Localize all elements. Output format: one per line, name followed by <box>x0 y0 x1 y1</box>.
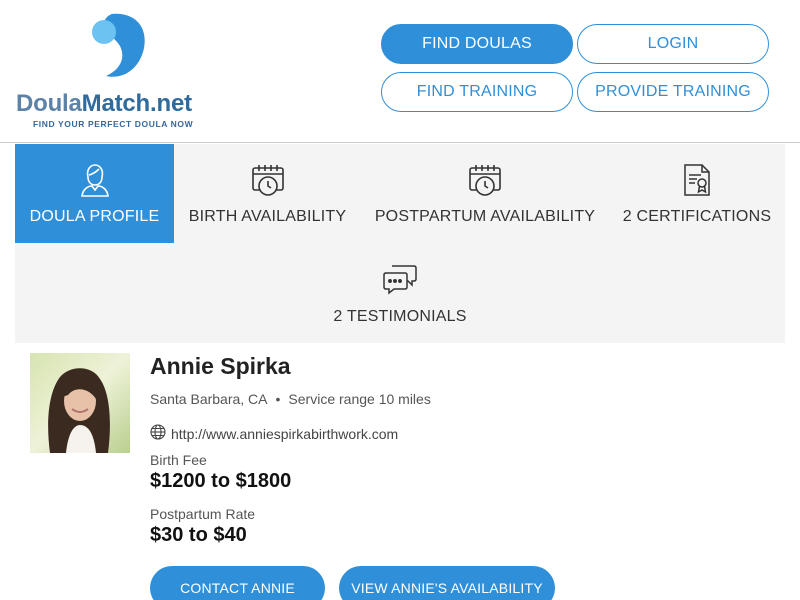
view-availability-button[interactable]: VIEW ANNIE'S AVAILABILITY <box>339 566 555 600</box>
find-doulas-button[interactable]: FIND DOULAS <box>381 24 573 64</box>
tab-testimonials[interactable]: 2 TESTIMONIALS <box>305 244 495 343</box>
doula-location: Santa Barbara, CA <box>150 391 268 407</box>
tab-label: 2 CERTIFICATIONS <box>622 208 772 225</box>
chat-bubbles-icon <box>383 262 417 298</box>
logo-mark-icon <box>92 13 145 77</box>
website-row: http://www.anniespirkabirthwork.com <box>150 424 398 443</box>
certificate-icon <box>682 162 712 198</box>
service-range: Service range 10 miles <box>288 391 431 407</box>
tab-certifications[interactable]: 2 CERTIFICATIONS <box>609 144 785 243</box>
separator-dot: • <box>275 391 281 407</box>
logo-wordmark: DoulaMatch.net <box>16 90 192 117</box>
globe-icon <box>150 424 166 443</box>
doula-person-icon <box>80 162 110 198</box>
tab-label: POSTPARTUM AVAILABILITY <box>374 208 596 225</box>
profile-tabs: DOULA PROFILE BIRTH AVAILABILITY POSTPAR <box>15 144 785 343</box>
doula-photo <box>30 353 130 453</box>
calendar-clock-icon <box>251 162 285 198</box>
logo-tagline: FIND YOUR PERFECT DOULA NOW <box>33 119 194 129</box>
tab-birth-availability[interactable]: BIRTH AVAILABILITY <box>174 144 361 243</box>
tab-label: 2 TESTIMONIALS <box>333 308 467 325</box>
birth-fee-label: Birth Fee <box>150 452 207 468</box>
doula-location-line: Santa Barbara, CA • Service range 10 miles <box>150 391 431 407</box>
site-header: DoulaMatch.net FIND YOUR PERFECT DOULA N… <box>0 0 800 143</box>
postpartum-rate-value: $30 to $40 <box>150 524 247 546</box>
contact-button[interactable]: CONTACT ANNIE <box>150 566 325 600</box>
provide-training-button[interactable]: PROVIDE TRAINING <box>577 72 769 112</box>
tab-label: BIRTH AVAILABILITY <box>188 208 347 225</box>
postpartum-rate-label: Postpartum Rate <box>150 506 256 522</box>
tab-postpartum-availability[interactable]: POSTPARTUM AVAILABILITY <box>361 144 609 243</box>
tab-doula-profile[interactable]: DOULA PROFILE <box>15 144 174 243</box>
tab-label: DOULA PROFILE <box>29 208 160 225</box>
login-button[interactable]: LOGIN <box>577 24 769 64</box>
site-logo[interactable]: DoulaMatch.net FIND YOUR PERFECT DOULA N… <box>16 12 226 132</box>
website-link[interactable]: http://www.anniespirkabirthwork.com <box>171 426 398 442</box>
birth-fee-value: $1200 to $1800 <box>150 470 292 492</box>
doula-name: Annie Spirka <box>150 353 291 379</box>
calendar-clock-icon <box>468 162 502 198</box>
find-training-button[interactable]: FIND TRAINING <box>381 72 573 112</box>
